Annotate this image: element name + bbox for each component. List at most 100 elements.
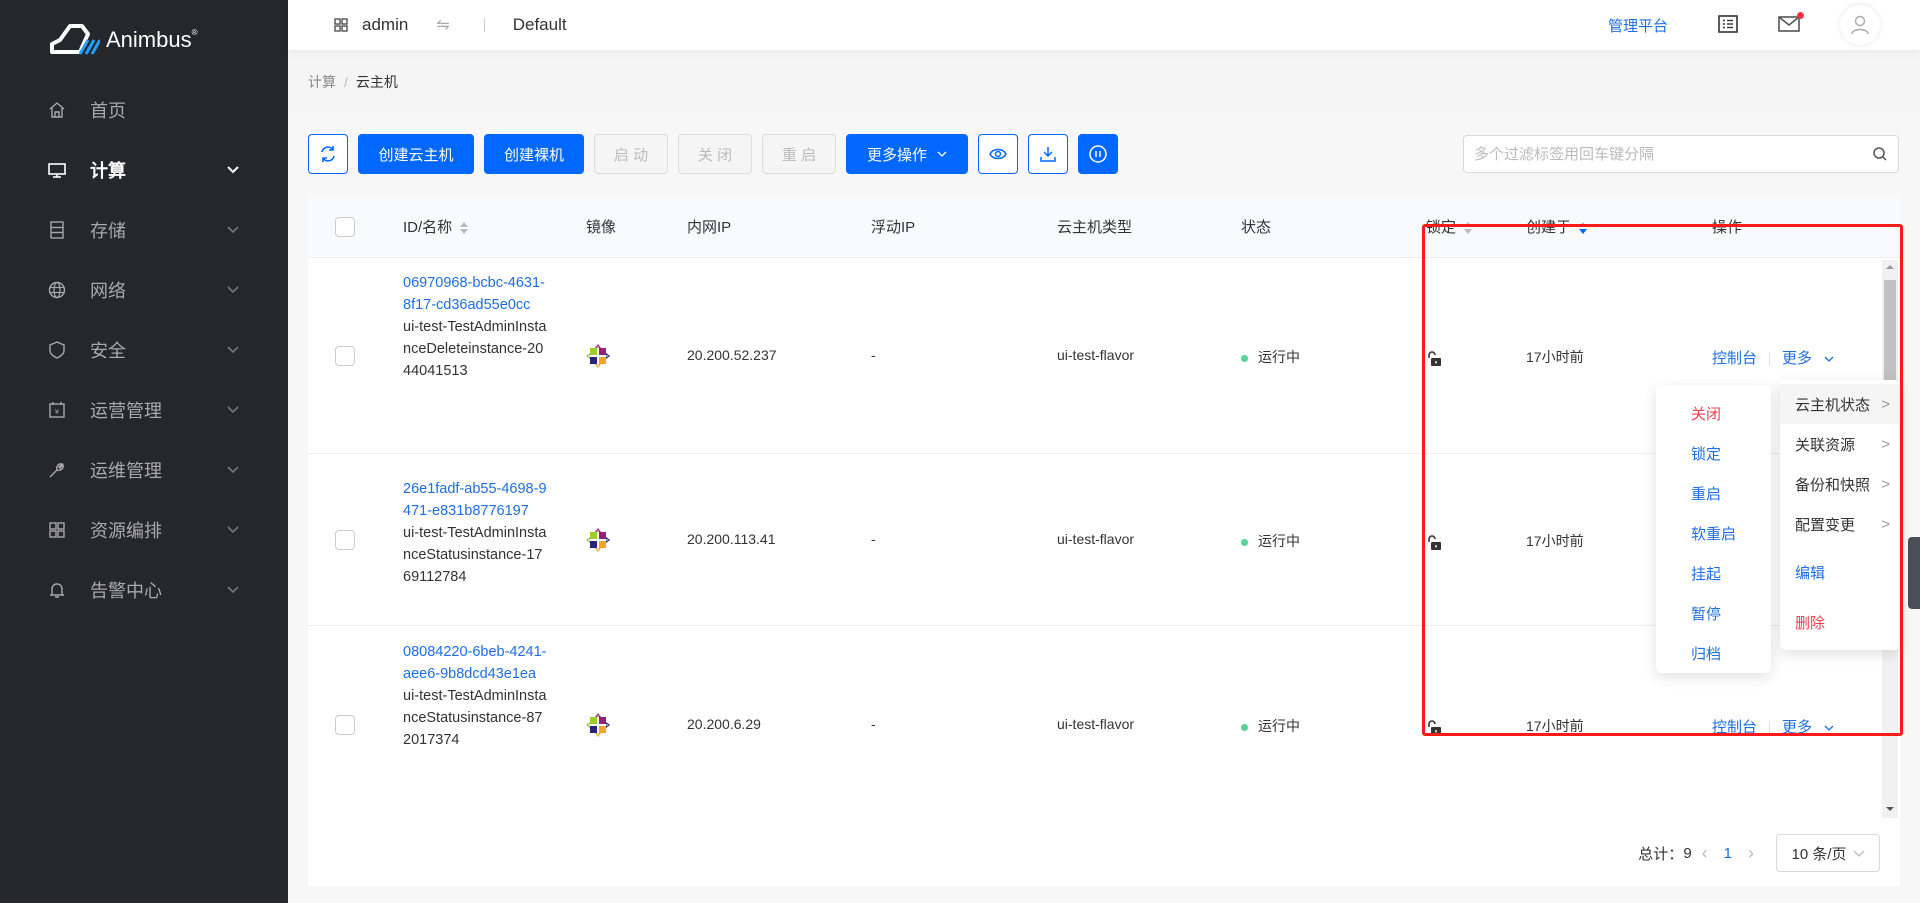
next-page-button[interactable]: › — [1748, 843, 1754, 864]
admin-platform-link[interactable]: 管理平台 — [1608, 15, 1668, 36]
row-actions: 控制台 更多 — [1712, 716, 1834, 737]
unlock-icon[interactable] — [1426, 719, 1442, 738]
centos-icon — [586, 713, 610, 740]
sidebar-item-operations[interactable]: ¥ 运营管理 — [0, 380, 288, 440]
billing-calendar-icon: ¥ — [48, 401, 66, 419]
total-count: 9 — [1683, 844, 1692, 862]
globe-icon — [48, 281, 66, 299]
stop-button[interactable]: 关 闭 — [678, 134, 752, 174]
more-menu-item[interactable]: 配置变更 > — [1780, 504, 1900, 544]
prev-page-button[interactable]: ‹ — [1702, 843, 1708, 864]
sidebar-item-label: 首页 — [90, 101, 126, 121]
status-menu-item[interactable]: 软重启 — [1656, 513, 1771, 553]
column-header-floating-ip: 浮动IP — [871, 219, 916, 236]
status-menu-item[interactable]: 暂停 — [1656, 593, 1771, 633]
shield-icon — [48, 341, 66, 359]
svg-text:¥: ¥ — [55, 409, 59, 416]
private-ip: 20.200.52.237 — [687, 347, 777, 363]
more-menu-item[interactable]: 编辑 — [1780, 550, 1900, 594]
wrench-icon — [48, 461, 66, 479]
list-icon[interactable] — [1718, 14, 1738, 36]
scroll-down-arrow-icon — [1886, 807, 1894, 811]
status-menu-item[interactable]: 关闭 — [1656, 393, 1771, 433]
status-menu-item[interactable]: 挂起 — [1656, 553, 1771, 593]
sidebar-item-label: 资源编排 — [90, 521, 162, 541]
start-button[interactable]: 启 动 — [594, 134, 668, 174]
project-user: admin — [362, 15, 409, 34]
logo-text: Animbus — [106, 27, 192, 52]
more-dropdown-link[interactable]: 更多 — [1782, 350, 1834, 367]
column-visibility-button[interactable] — [978, 134, 1018, 174]
instance-status-submenu: 关闭 锁定 重启 软重启 挂起 暂停 归档 — [1656, 385, 1771, 673]
sidebar-item-alerts[interactable]: 告警中心 — [0, 560, 288, 620]
filter-search-input[interactable] — [1474, 145, 1872, 163]
status-menu-item[interactable]: 锁定 — [1656, 433, 1771, 473]
switch-arrows-icon[interactable]: ⇋ — [436, 15, 449, 35]
more-menu-item[interactable]: 关联资源 > — [1780, 424, 1900, 464]
more-menu-item[interactable]: 备份和快照 > — [1780, 464, 1900, 504]
refresh-button[interactable] — [308, 134, 348, 174]
logo[interactable]: Animbus ® — [48, 20, 198, 60]
create-instance-button[interactable]: 创建云主机 — [358, 134, 474, 174]
more-menu-item[interactable]: 删除 — [1780, 600, 1900, 644]
column-header-lock[interactable]: 锁定 — [1426, 216, 1473, 237]
more-dropdown-link[interactable]: 更多 — [1782, 719, 1834, 736]
sidebar-item-orchestration[interactable]: 资源编排 — [0, 500, 288, 560]
row-checkbox[interactable] — [335, 530, 355, 550]
row-checkbox[interactable] — [335, 715, 355, 735]
more-actions-button[interactable]: 更多操作 — [846, 134, 968, 174]
search-icon[interactable] — [1872, 146, 1888, 162]
reboot-button[interactable]: 重 启 — [762, 134, 836, 174]
column-header-created[interactable]: 创建于 — [1526, 216, 1588, 237]
animbus-cloud-logo-icon — [50, 24, 100, 55]
breadcrumb: 计算 / 云主机 — [308, 74, 398, 90]
unlock-icon[interactable] — [1426, 350, 1442, 369]
console-link[interactable]: 控制台 — [1712, 719, 1757, 736]
sidebar-item-security[interactable]: 安全 — [0, 320, 288, 380]
instance-id-link[interactable]: 06970968-bcbc-4631-8f17-cd36ad55e0cc — [403, 272, 548, 316]
pause-circle-icon — [1089, 145, 1107, 163]
sidebar-item-home[interactable]: 首页 — [0, 80, 288, 140]
sidebar-item-maintenance[interactable]: 运维管理 — [0, 440, 288, 500]
sidebar-item-storage[interactable]: 存储 — [0, 200, 288, 260]
menu-item-label: 配置变更 — [1795, 516, 1856, 534]
create-baremetal-button[interactable]: 创建裸机 — [484, 134, 584, 174]
status-menu-item[interactable]: 归档 — [1656, 633, 1771, 673]
more-menu-item[interactable]: 云主机状态 > — [1780, 384, 1900, 424]
divider — [483, 18, 485, 32]
status-menu-item[interactable]: 重启 — [1656, 473, 1771, 513]
mail-icon[interactable] — [1778, 11, 1804, 35]
column-header-image: 镜像 — [586, 219, 617, 236]
grid-icon — [48, 521, 66, 539]
chevron-down-icon — [226, 286, 240, 294]
unlock-icon[interactable] — [1426, 534, 1442, 553]
status-badge: 运行中 — [1241, 531, 1300, 551]
instance-id-link[interactable]: 08084220-6beb-4241-aee6-9b8dcd43e1ea — [403, 641, 548, 685]
page-size-select[interactable]: 10 条/页 — [1776, 834, 1880, 872]
sidebar-item-network[interactable]: 网络 — [0, 260, 288, 320]
private-ip: 20.200.113.41 — [687, 531, 776, 547]
sidebar-item-compute[interactable]: 计算 — [0, 140, 288, 200]
chevron-down-icon — [226, 226, 240, 234]
status-badge: 运行中 — [1241, 347, 1300, 367]
chevron-down-icon — [1853, 850, 1864, 857]
grid-icon — [334, 18, 348, 32]
page-number[interactable]: 1 — [1724, 845, 1732, 862]
user-avatar[interactable] — [1840, 5, 1880, 45]
floating-side-widget[interactable] — [1908, 537, 1920, 609]
select-all-checkbox[interactable] — [335, 216, 355, 237]
scrollbar-thumb[interactable] — [1884, 280, 1896, 380]
chevron-right-icon: > — [1881, 395, 1890, 413]
centos-icon — [586, 528, 610, 555]
instance-id-link[interactable]: 26e1fadf-ab55-4698-9471-e831b8776197 — [403, 478, 548, 522]
download-button[interactable] — [1028, 134, 1068, 174]
column-header-id-name[interactable]: ID/名称 — [403, 216, 469, 237]
sort-icon — [460, 222, 469, 235]
breadcrumb-parent[interactable]: 计算 — [308, 74, 336, 90]
sort-icon — [1579, 222, 1588, 235]
console-link[interactable]: 控制台 — [1712, 350, 1757, 367]
pause-refresh-button[interactable] — [1078, 134, 1118, 174]
row-checkbox[interactable] — [335, 346, 355, 366]
centos-icon — [586, 344, 610, 371]
project-switcher[interactable]: admin ⇋ Default — [334, 15, 567, 35]
